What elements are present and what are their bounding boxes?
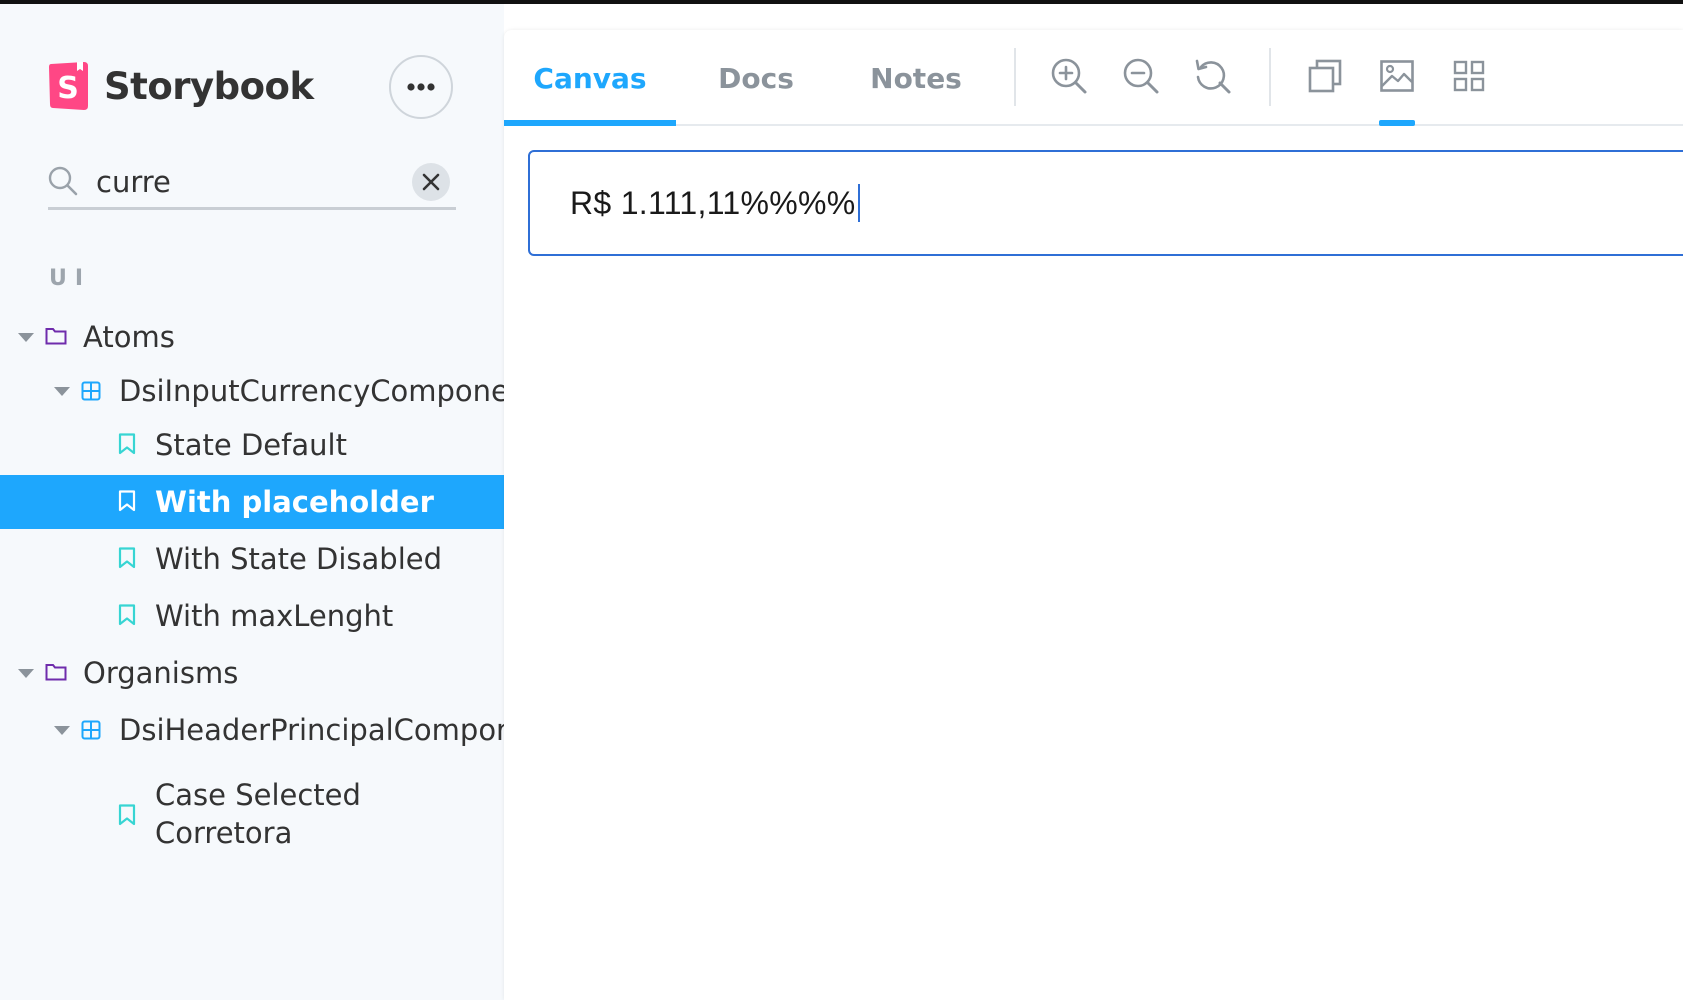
tree-item-label: Organisms [83,656,239,690]
clear-search-button[interactable] [412,163,450,201]
ellipsis-icon [407,83,435,91]
tree-item-label: DsiInputCurrencyComponent [119,374,504,408]
tree-item-label: Atoms [83,320,175,354]
close-icon [422,173,440,191]
toolbar-divider [1014,48,1016,106]
tab-docs[interactable]: Docs [676,30,836,126]
chevron-down-icon [18,333,34,342]
bookmark-icon [118,433,136,455]
search-icon [48,166,78,196]
bookmark-icon [118,604,136,626]
text-cursor [857,184,860,222]
component-icon [81,720,101,740]
zoom-in-icon [1051,58,1087,94]
more-options-button[interactable] [389,55,453,119]
tree-story-with-placeholder[interactable]: With placeholder [0,475,504,529]
zoom-out-icon [1123,58,1159,94]
tree-item-label: State Default [155,428,347,462]
chevron-down-icon [54,387,70,396]
bookmark-icon [118,490,136,512]
logo-letter: S [57,71,79,106]
tree-item-label: DsiHeaderPrincipalComponent [119,713,504,747]
reset-zoom-button[interactable] [1189,52,1237,100]
tab-canvas[interactable]: Canvas [504,30,676,126]
tree-item-label: With placeholder [155,485,434,519]
grid-icon [1453,60,1485,92]
tree-story-state-default[interactable]: State Default [0,418,504,472]
reset-zoom-icon [1195,59,1231,94]
copy-icon [1308,59,1342,93]
folder-icon [45,664,67,681]
tree-item-label: With State Disabled [155,542,443,576]
tree-component-dsi-input-currency[interactable]: DsiInputCurrencyComponent [0,364,504,418]
storybook-window: S Storybook UI [0,0,1683,1000]
tree-story-with-maxlenght[interactable]: With maxLenght [0,589,504,643]
zoom-out-button[interactable] [1117,52,1165,100]
search-input[interactable] [96,160,396,204]
tab-notes[interactable]: Notes [836,30,996,126]
brand-name: Storybook [104,64,314,108]
tree-story-case-selected-corretora[interactable]: Case Selected Corretora [0,774,504,856]
tree-item-label: Case Selected Corretora [155,778,361,850]
currency-input[interactable]: R$ 1.111,11%%%% [528,150,1683,256]
copy-canvas-link-button[interactable] [1301,52,1349,100]
bookmark-icon [118,547,136,569]
component-icon [81,381,101,401]
zoom-in-button[interactable] [1045,52,1093,100]
storybook-logo-icon: S [49,62,88,110]
toolbar: Canvas Docs Notes [504,30,1683,126]
section-label-ui: UI [49,266,92,291]
grid-button[interactable] [1445,52,1493,100]
chevron-down-icon [18,669,34,678]
tree-folder-organisms[interactable]: Organisms [0,646,504,700]
background-image-button[interactable] [1373,52,1421,100]
toolbar-divider [1269,48,1271,106]
image-icon [1380,60,1414,92]
folder-icon [45,328,67,345]
bookmark-icon [118,804,136,826]
tree-folder-atoms[interactable]: Atoms [0,310,504,364]
brand[interactable]: S Storybook [48,60,314,112]
currency-input-value: R$ 1.111,11%%%% [570,184,856,221]
tree-story-with-state-disabled[interactable]: With State Disabled [0,532,504,586]
tree-component-dsi-header-principal[interactable]: DsiHeaderPrincipalComponent [0,703,504,757]
tree-item-label: With maxLenght [155,599,394,633]
search-box [48,154,456,210]
chevron-down-icon [54,726,70,735]
main-panel: Canvas Docs Notes R$ 1.111,11%%%% [504,30,1683,1000]
story-preview: R$ 1.111,11%%%% [504,126,1683,1000]
sidebar: S Storybook UI [0,4,504,1000]
